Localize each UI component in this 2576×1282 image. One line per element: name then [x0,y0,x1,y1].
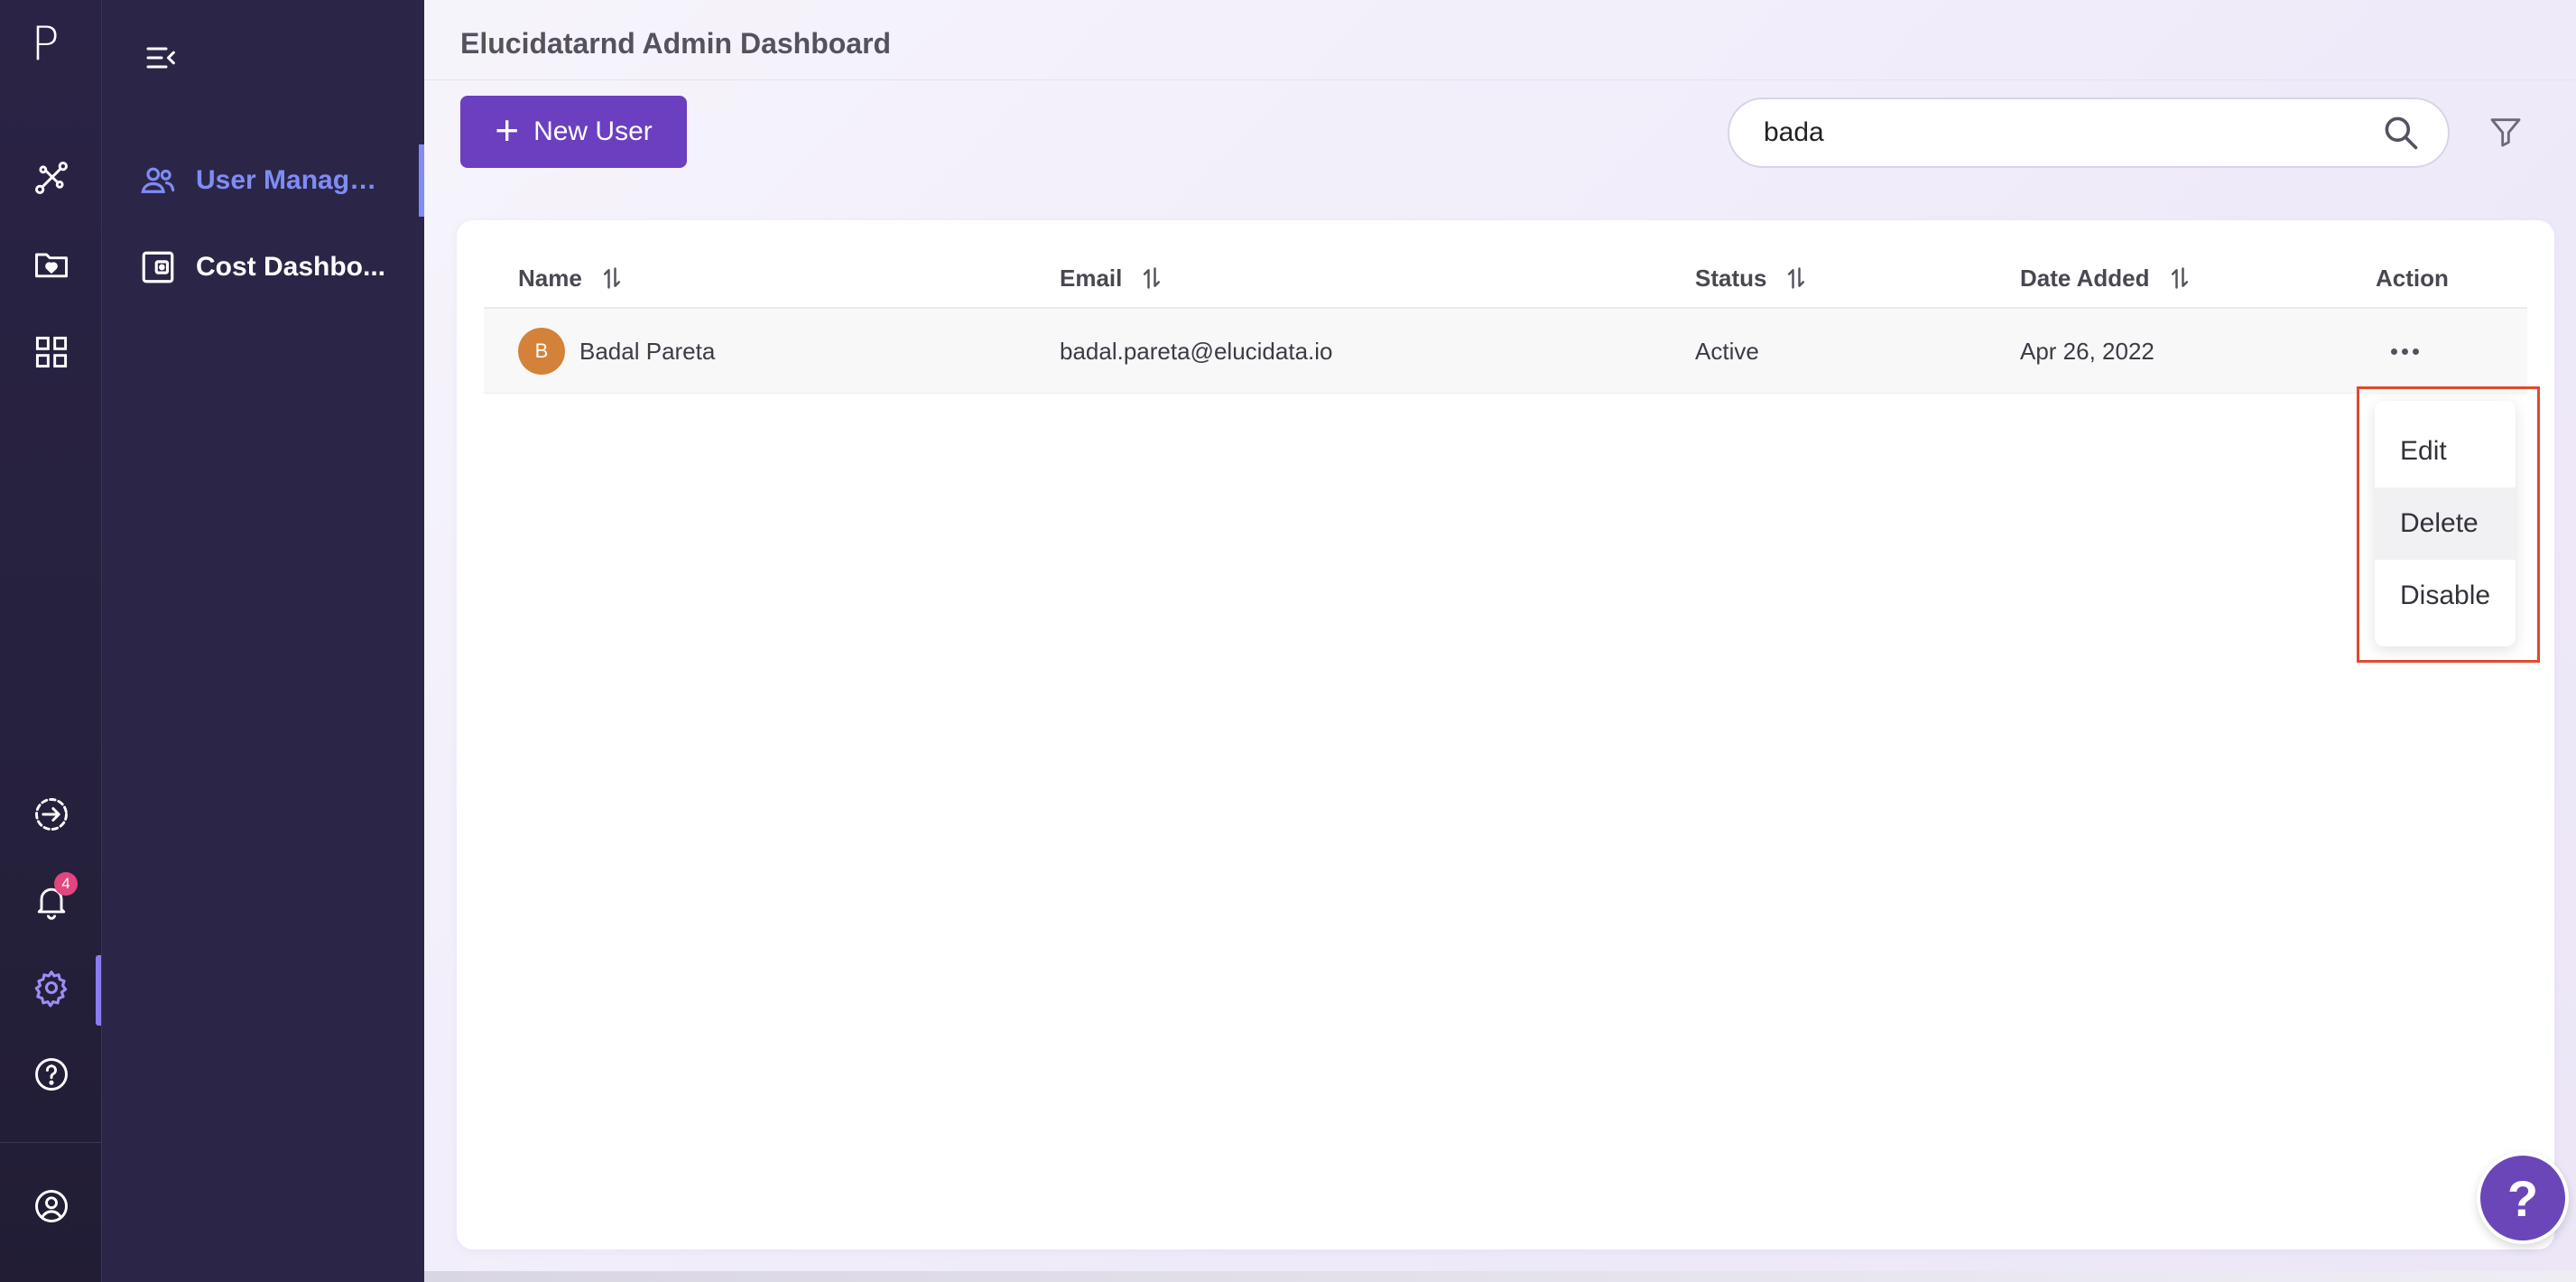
bottom-scrollbar-track [424,1271,2576,1282]
column-header-name[interactable]: Name [518,247,622,309]
question-circle-icon [34,1058,68,1091]
user-status: Active [1695,337,1759,365]
sidebar-item-label: Cost Dashbo... [196,252,385,282]
user-email: badal.pareta@elucidata.io [1060,337,1333,365]
switch-workspace-button[interactable] [0,778,102,850]
notifications-button[interactable] [0,865,102,937]
column-header-action: Action [2376,247,2449,309]
more-dots-icon [2412,348,2419,355]
table-header: Name Email Status Date Added Action [484,247,2527,309]
search-box [1728,98,2450,168]
new-user-button[interactable]: + New User [460,96,687,168]
sidebar-item-cost-dashboard[interactable]: Cost Dashbo... [102,231,424,303]
user-name: Badal Pareta [579,337,716,365]
column-header-date-added[interactable]: Date Added [2020,247,2190,309]
profile-button[interactable] [0,1170,102,1242]
pipeline-icon [34,162,68,194]
main-content: Elucidatarnd Admin Dashboard + New User … [424,0,2576,1282]
search-icon[interactable] [2381,113,2421,153]
icon-rail: P 4 [0,0,102,1282]
column-header-label: Status [1695,264,1767,292]
filter-icon [2490,118,2521,147]
search-input[interactable] [1764,117,2381,148]
row-actions-menu: Edit Delete Disable [2375,401,2516,646]
apps-nav-button[interactable] [0,316,102,388]
sort-icon[interactable] [1786,265,1806,291]
cell-status: Active [1695,309,1759,394]
table-row[interactable]: B Badal Pareta badal.pareta@elucidata.io… [484,309,2527,394]
column-header-label: Action [2376,264,2449,292]
rail-active-indicator [96,955,101,1026]
settings-sidebar: User Manage... Cost Dashbo... [102,0,424,1282]
column-header-label: Name [518,264,582,292]
settings-nav-button[interactable] [0,952,102,1024]
rail-divider [0,1142,102,1143]
sidebar-item-user-management[interactable]: User Manage... [102,144,424,217]
wallet-icon [138,247,178,287]
collapse-menu-icon [146,47,175,69]
users-table: Name Email Status Date Added Action B Ba… [484,247,2527,394]
cell-date-added: Apr 26, 2022 [2020,309,2154,394]
sort-icon[interactable] [1142,265,1162,291]
sort-icon[interactable] [602,265,622,291]
app-root: P 4 User Manage... Cost Dashbo... Elucid… [0,0,2576,1282]
user-circle-icon [34,1190,68,1222]
login-arrow-icon [34,798,68,831]
column-header-status[interactable]: Status [1695,247,1806,309]
page-title: Elucidatarnd Admin Dashboard [460,27,892,60]
grid-icon [35,336,67,368]
collapse-sidebar-button[interactable] [138,34,185,81]
title-divider [424,79,2576,80]
cell-email: badal.pareta@elucidata.io [1060,309,1333,394]
column-header-email[interactable]: Email [1060,247,1162,309]
datasets-nav-button[interactable] [0,228,102,301]
users-table-card: Name Email Status Date Added Action B Ba… [457,220,2554,1249]
column-header-label: Email [1060,264,1123,292]
folder-heart-icon [34,253,68,278]
notification-count-badge: 4 [54,872,78,896]
menu-item-delete[interactable]: Delete [2375,488,2516,560]
column-header-label: Date Added [2020,264,2150,292]
row-actions-button[interactable] [2379,327,2430,376]
plus-icon: + [495,107,520,153]
sort-icon[interactable] [2170,265,2190,291]
cell-name: B Badal Pareta [518,309,715,394]
gear-icon [34,971,67,1008]
filter-button[interactable] [2482,108,2529,155]
more-dots-icon [2390,348,2397,355]
menu-item-edit[interactable]: Edit [2375,415,2516,488]
sidebar-item-label: User Manage... [196,165,385,195]
users-icon [138,161,178,200]
help-nav-button[interactable] [0,1038,102,1110]
menu-item-disable[interactable]: Disable [2375,560,2516,632]
more-dots-icon [2401,348,2408,355]
pipelines-nav-button[interactable] [0,142,102,214]
app-logo[interactable]: P [0,13,90,76]
new-user-label: New User [533,116,653,146]
help-chat-button[interactable]: ? [2477,1152,2569,1244]
avatar: B [518,328,565,375]
user-date-added: Apr 26, 2022 [2020,337,2154,365]
